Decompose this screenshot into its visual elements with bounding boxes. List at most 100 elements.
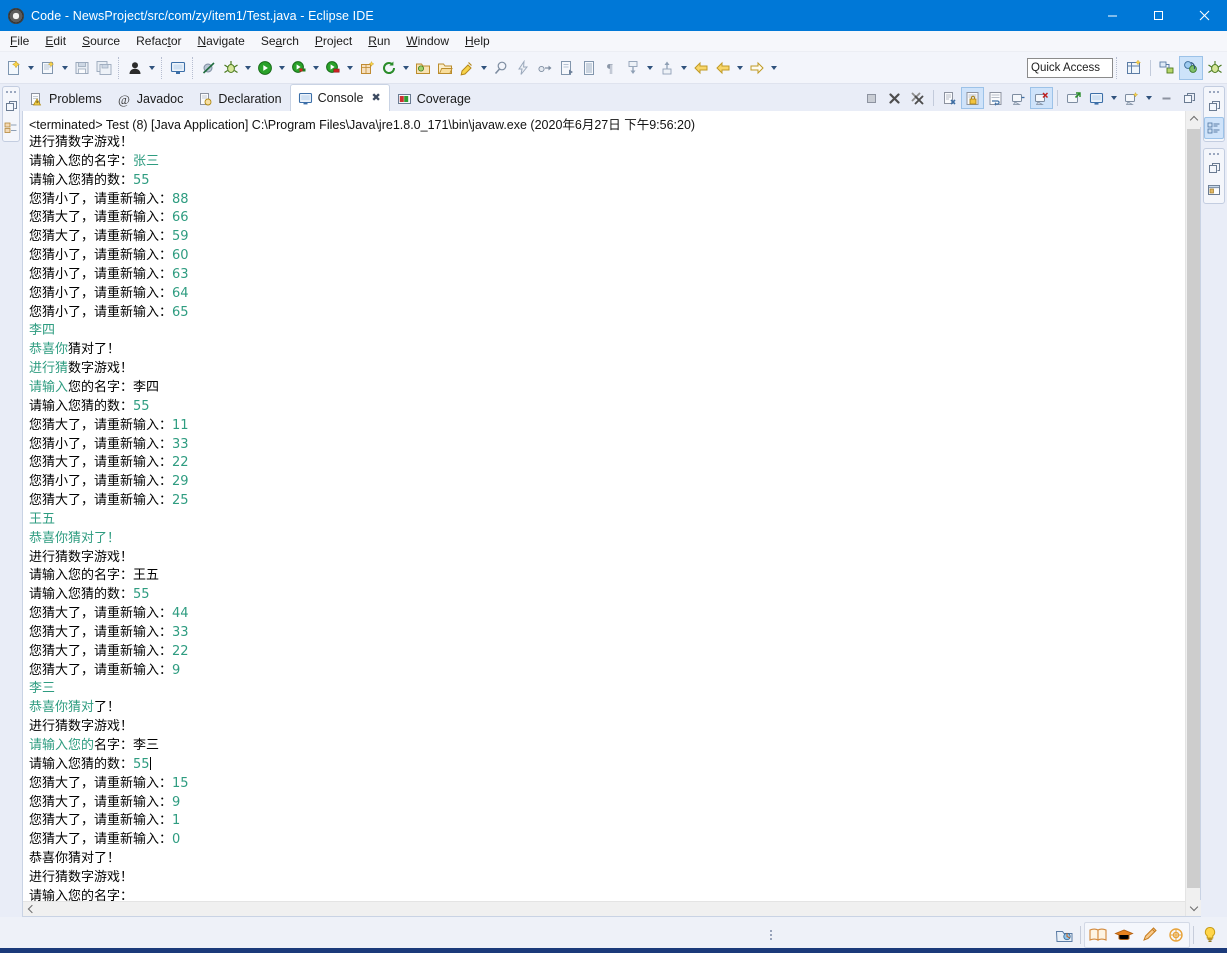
remove-launch-icon[interactable] <box>883 87 906 109</box>
restore-icon[interactable] <box>1204 157 1224 179</box>
menu-item-edit[interactable]: Edit <box>37 32 74 50</box>
tab-declaration[interactable]: Declaration <box>191 87 289 111</box>
run-dropdown-icon[interactable] <box>276 56 288 80</box>
tab-problems[interactable]: Problems <box>22 87 110 111</box>
menu-item-refactor[interactable]: Refactor <box>128 32 189 50</box>
menu-item-run[interactable]: Run <box>360 32 398 50</box>
pencil-icon[interactable] <box>1137 923 1163 947</box>
close-button[interactable] <box>1181 0 1227 31</box>
paragraph-icon[interactable]: ¶ <box>600 56 622 80</box>
lightbulb-icon[interactable] <box>1197 923 1223 947</box>
tab-console[interactable]: Console ✖ <box>289 84 390 111</box>
next-annotation-dropdown-icon[interactable] <box>678 56 690 80</box>
display-selected-console-icon[interactable] <box>1085 87 1108 109</box>
menu-item-project[interactable]: Project <box>307 32 360 50</box>
save-all-icon[interactable] <box>93 56 115 80</box>
show-console-on-output-icon[interactable] <box>1007 87 1030 109</box>
next-edit-icon[interactable] <box>556 56 578 80</box>
outline-icon[interactable] <box>1204 117 1224 139</box>
debug-icon[interactable] <box>220 56 242 80</box>
stack-grip[interactable] <box>1204 88 1224 95</box>
refresh-icon[interactable] <box>378 56 400 80</box>
outline-list-icon[interactable] <box>578 56 600 80</box>
new-console-view-icon[interactable] <box>1120 87 1143 109</box>
next-icon[interactable] <box>746 56 768 80</box>
menu-item-file[interactable]: File <box>2 32 37 50</box>
open-type-icon[interactable] <box>412 56 434 80</box>
print-screen-icon[interactable] <box>167 56 189 80</box>
new-java-class-icon[interactable] <box>37 56 59 80</box>
annotation-icon[interactable] <box>490 56 512 80</box>
tab-close-icon[interactable]: ✖ <box>371 92 380 104</box>
minimize-icon[interactable] <box>1155 87 1178 109</box>
pin-console-icon[interactable] <box>1030 87 1053 109</box>
run-coverage-icon[interactable] <box>288 56 310 80</box>
tab-javadoc[interactable]: @ Javadoc <box>110 87 192 111</box>
maximize-icon[interactable] <box>1178 87 1201 109</box>
menu-item-window[interactable]: Window <box>398 32 457 50</box>
menu-item-help[interactable]: Help <box>457 32 498 50</box>
previous-annotation-dropdown-icon[interactable] <box>644 56 656 80</box>
minimize-button[interactable] <box>1089 0 1135 31</box>
coverage-dropdown-icon[interactable] <box>310 56 322 80</box>
console-horizontal-scrollbar[interactable] <box>23 901 1185 916</box>
remove-all-terminated-icon[interactable] <box>906 87 929 109</box>
forward-dropdown-icon[interactable] <box>734 56 746 80</box>
search-icon[interactable] <box>456 56 478 80</box>
open-task-icon[interactable] <box>434 56 456 80</box>
new-package-icon[interactable] <box>356 56 378 80</box>
debug-perspective-icon[interactable] <box>1203 56 1227 80</box>
package-explorer-icon[interactable] <box>3 117 19 139</box>
forward-icon[interactable] <box>712 56 734 80</box>
scroll-left-button[interactable] <box>23 902 38 917</box>
book-icon[interactable] <box>1085 923 1111 947</box>
target-icon[interactable] <box>1163 923 1189 947</box>
restore-icon[interactable] <box>1204 95 1224 117</box>
skip-breakpoints-icon[interactable] <box>198 56 220 80</box>
search-dropdown-icon[interactable] <box>478 56 490 80</box>
display-selected-console-dropdown-icon[interactable] <box>1108 86 1120 110</box>
lightning-icon[interactable] <box>512 56 534 80</box>
debug-dropdown-icon[interactable] <box>242 56 254 80</box>
stack-grip[interactable] <box>3 88 19 95</box>
new-class-dropdown-icon[interactable] <box>59 56 71 80</box>
coverage-view-icon[interactable] <box>1051 923 1077 947</box>
stack-grip[interactable] <box>1204 150 1224 157</box>
menu-item-navigate[interactable]: Navigate <box>189 32 252 50</box>
menu-item-search[interactable]: Search <box>253 32 307 50</box>
refresh-dropdown-icon[interactable] <box>400 56 412 80</box>
console-output[interactable]: 进行猜数字游戏！ 请输入您的名字：张三 请输入您猜的数：55 您猜小了，请重新输入：8… <box>23 133 1185 901</box>
scroll-lock-icon[interactable] <box>961 87 984 109</box>
maximize-button[interactable] <box>1135 0 1181 31</box>
save-icon[interactable] <box>71 56 93 80</box>
tab-coverage[interactable]: Coverage <box>390 87 479 111</box>
step-icon[interactable] <box>534 56 556 80</box>
console-vertical-scrollbar[interactable] <box>1185 111 1201 916</box>
open-console-icon[interactable] <box>1062 87 1085 109</box>
scroll-down-button[interactable] <box>1186 900 1201 916</box>
terminate-icon[interactable] <box>860 87 883 109</box>
menu-item-source[interactable]: Source <box>74 32 128 50</box>
quick-access-input[interactable]: Quick Access <box>1027 57 1113 78</box>
java-perspective-icon[interactable] <box>1155 56 1179 80</box>
run-last-icon[interactable] <box>322 56 344 80</box>
scroll-thumb[interactable] <box>1187 129 1200 888</box>
next-dropdown-icon[interactable] <box>768 56 780 80</box>
user-icon[interactable] <box>124 56 146 80</box>
new-wizard-icon[interactable] <box>3 56 25 80</box>
new-wizard-dropdown-icon[interactable] <box>25 56 37 80</box>
previous-annotation-icon[interactable] <box>622 56 644 80</box>
task-list-icon[interactable] <box>1204 179 1224 201</box>
scroll-up-button[interactable] <box>1186 111 1201 127</box>
next-annotation-icon[interactable] <box>656 56 678 80</box>
open-perspective-icon[interactable] <box>1122 56 1146 80</box>
run-icon[interactable] <box>254 56 276 80</box>
user-dropdown-icon[interactable] <box>146 56 158 80</box>
java-ee-perspective-icon[interactable] <box>1179 55 1203 80</box>
word-wrap-icon[interactable] <box>984 87 1007 109</box>
back-icon[interactable] <box>690 56 712 80</box>
graduation-cap-icon[interactable] <box>1111 923 1137 947</box>
restore-icon[interactable] <box>3 95 19 117</box>
run-last-dropdown-icon[interactable] <box>344 56 356 80</box>
clear-console-icon[interactable] <box>938 87 961 109</box>
